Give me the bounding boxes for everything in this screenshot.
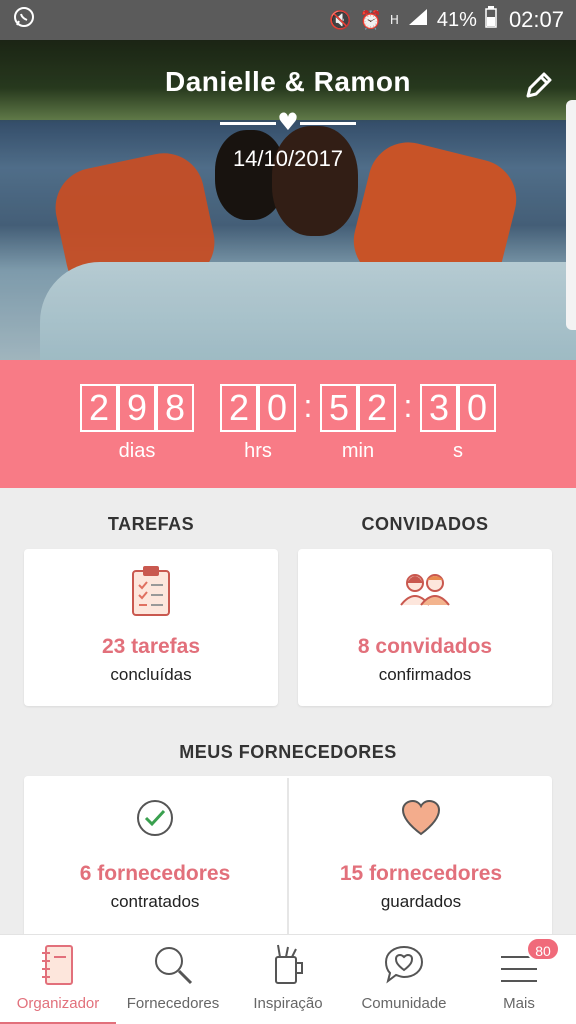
heart-icon: ♥: [277, 108, 299, 136]
search-icon: [155, 947, 193, 985]
guests-couple-icon: [400, 574, 450, 606]
nav-comunidade[interactable]: Comunidade: [346, 935, 462, 1024]
guests-title: CONVIDADOS: [361, 514, 489, 534]
tasks-title: TAREFAS: [107, 514, 195, 534]
notification-badge: 80: [526, 937, 560, 961]
countdown-digit: 2: [80, 384, 118, 432]
countdown-digit: 2: [220, 384, 258, 432]
edit-button[interactable]: [520, 68, 556, 104]
guests-card[interactable]: 8 convidados confirmados: [298, 549, 552, 706]
countdown-label-minutes: min: [341, 440, 375, 462]
nav-inspiracao[interactable]: Inspiração: [230, 935, 346, 1024]
tasks-card[interactable]: 23 tarefas concluídas: [24, 549, 278, 706]
countdown-digit: 0: [458, 384, 496, 432]
countdown-digit: 9: [118, 384, 156, 432]
guests-count: 8 convidados: [357, 635, 493, 658]
vendors-divider: [287, 778, 289, 936]
tasks-count: 23 tarefas: [101, 635, 201, 658]
countdown-label-seconds: s: [453, 440, 463, 462]
wedding-date: 14/10/2017: [232, 146, 344, 171]
countdown-digit: 3: [420, 384, 458, 432]
guests-status: confirmados: [378, 665, 472, 684]
status-time: 02:07: [508, 7, 564, 32]
countdown-label-hours: hrs: [244, 440, 272, 462]
nav-inspiracao-label: Inspiração: [253, 995, 323, 1012]
heart-icon: [401, 800, 441, 836]
countdown: 2 9 8 2 0 : 5 2 : 3 0 dias hrs min s: [0, 360, 576, 488]
vendors-saved-status: guardados: [380, 892, 462, 911]
countdown-separator: :: [303, 388, 313, 424]
inspiration-cup-icon: [275, 944, 303, 984]
vendors-saved[interactable]: 15 fornecedores guardados: [290, 776, 552, 938]
bottom-nav: Organizador Fornecedores Inspiração Comu…: [0, 934, 576, 1024]
nav-organizador-label: Organizador: [16, 995, 100, 1012]
nav-organizador[interactable]: Organizador: [0, 935, 116, 1024]
countdown-digit: 2: [358, 384, 396, 432]
mute-icon: 🔇: [329, 9, 352, 31]
nav-fornecedores[interactable]: Fornecedores: [116, 935, 230, 1024]
notebook-icon: [42, 945, 73, 985]
tasks-status: concluídas: [110, 665, 192, 684]
countdown-digit: 8: [156, 384, 194, 432]
pencil-icon: [526, 72, 552, 98]
nav-fornecedores-label: Fornecedores: [126, 995, 220, 1012]
battery-icon: [485, 6, 497, 34]
heart-divider: ♥: [220, 108, 356, 136]
countdown-digit: 5: [320, 384, 358, 432]
side-panel-handle[interactable]: [566, 100, 576, 330]
vendors-hired-status: contratados: [110, 892, 200, 911]
nav-mais-label: Mais: [503, 995, 535, 1012]
chat-heart-icon: [384, 945, 424, 984]
hd-signal-icon: H: [389, 13, 399, 27]
countdown-digit: 0: [258, 384, 296, 432]
signal-icon: [407, 7, 429, 33]
clipboard-checklist-icon: [132, 566, 170, 616]
battery-percent: 41%: [436, 8, 477, 31]
countdown-separator: :: [403, 388, 413, 424]
vendors-title: MEUS FORNECEDORES: [179, 742, 397, 762]
countdown-label-days: dias: [118, 440, 156, 462]
nav-mais[interactable]: 80 Mais: [462, 935, 576, 1024]
vendors-hired-count: 6 fornecedores: [79, 862, 231, 885]
whatsapp-icon: [12, 5, 36, 35]
couple-name: Danielle & Ramon: [164, 66, 412, 97]
nav-comunidade-label: Comunidade: [361, 995, 447, 1012]
vendors-saved-count: 15 fornecedores: [339, 862, 503, 885]
status-bar: 🔇 ⏰ H 41% 02:07: [0, 0, 576, 40]
check-circle-icon: [137, 800, 173, 836]
alarm-icon: ⏰: [359, 9, 382, 31]
vendors-hired[interactable]: 6 fornecedores contratados: [24, 776, 286, 938]
